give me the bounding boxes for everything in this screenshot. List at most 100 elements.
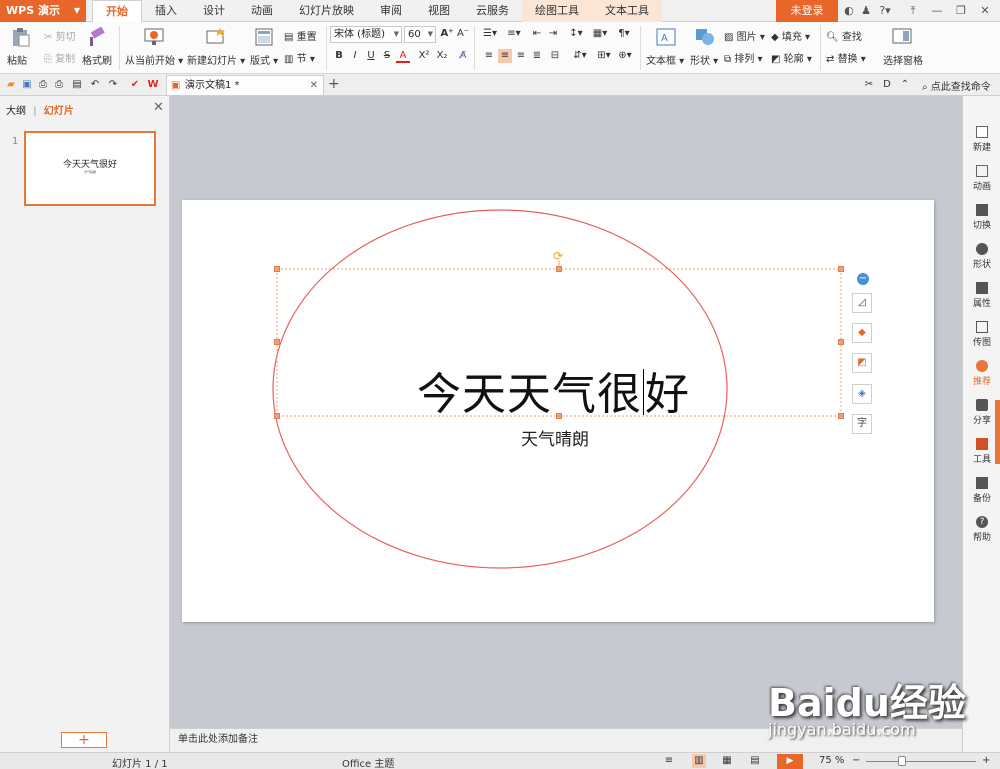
layers-icon[interactable]: ◈	[852, 384, 872, 404]
section-button[interactable]: ▥ 节 ▾	[284, 50, 315, 65]
print-preview-icon[interactable]: ▤	[70, 78, 84, 92]
close-icon[interactable]: ✕	[976, 0, 994, 22]
align-left-icon[interactable]: ≡	[482, 49, 496, 63]
scissors-tool-icon[interactable]: ✂	[862, 78, 876, 92]
maximize-icon[interactable]: ❐	[952, 0, 970, 22]
tab-text-tools[interactable]: 文本工具	[592, 0, 662, 22]
line-spacing-icon[interactable]: ↕▾	[566, 27, 586, 41]
grow-font-icon[interactable]: A⁺	[440, 27, 454, 41]
clear-format-icon[interactable]: A̸	[456, 49, 470, 63]
smartart-icon[interactable]: ⊕▾	[616, 49, 634, 63]
add-slide-button[interactable]: +	[61, 732, 107, 748]
picture-button[interactable]: ▨ 图片 ▾	[724, 28, 765, 43]
font-name-select[interactable]: 宋体 (标题) ▼	[330, 26, 402, 43]
sidebar-collapse-handle[interactable]	[995, 400, 1000, 464]
select-pane-button[interactable]: 选择窗格	[883, 52, 923, 67]
tab-review[interactable]: 审阅	[367, 0, 415, 22]
align-right-icon[interactable]: ≡	[514, 49, 528, 63]
shirt-icon[interactable]: ♟	[858, 0, 874, 22]
find-command-input[interactable]: ⌕ 点此查找命令	[922, 78, 991, 93]
sidebar-item-transition[interactable]: 切换	[963, 204, 1000, 231]
login-button[interactable]: 未登录	[776, 0, 838, 22]
new-tab-button[interactable]: +	[328, 76, 340, 92]
replace-button[interactable]: ⇄ 替换 ▾	[826, 50, 866, 65]
superscript-button[interactable]: X²	[416, 49, 432, 63]
fill-icon[interactable]: ◆	[852, 323, 872, 343]
document-tab[interactable]: ▣ 演示文稿1 * ✕	[166, 75, 324, 95]
help-icon[interactable]: ?▾	[876, 0, 894, 22]
strikethrough-button[interactable]: S	[380, 49, 394, 63]
text-direction-icon[interactable]: ⇵▾	[570, 49, 590, 63]
resize-handle-top-right[interactable]	[838, 266, 844, 272]
layout-button[interactable]: 版式 ▾	[250, 52, 278, 67]
tab-cloud[interactable]: 云服务	[463, 0, 522, 22]
tab-slideshow[interactable]: 幻灯片放映	[286, 0, 367, 22]
copy-button[interactable]: ⎘ 复制	[44, 50, 75, 65]
close-panel-icon[interactable]: ✕	[153, 100, 164, 115]
zoom-slider[interactable]	[866, 761, 976, 762]
resize-handle-top-left[interactable]	[274, 266, 280, 272]
font-color-button[interactable]: A	[396, 49, 410, 63]
font-size-select[interactable]: 60 ▼	[404, 26, 436, 43]
resize-handle-left[interactable]	[274, 339, 280, 345]
normal-view-icon[interactable]: ▥	[692, 754, 706, 768]
shrink-font-icon[interactable]: A⁻	[456, 27, 470, 41]
customize-icon[interactable]: ✔	[128, 78, 142, 92]
from-current-button[interactable]: 从当前开始 ▾	[125, 52, 183, 67]
reading-view-icon[interactable]: ▤	[748, 754, 762, 768]
tab-design[interactable]: 设计	[190, 0, 238, 22]
tab-animation[interactable]: 动画	[238, 0, 286, 22]
numbered-list-icon[interactable]: ≡▾	[504, 27, 524, 41]
slideshow-play-button[interactable]: ▶	[777, 754, 803, 769]
tab-insert[interactable]: 插入	[142, 0, 190, 22]
zoom-out-icon[interactable]: −	[852, 755, 860, 766]
edit-shape-icon[interactable]: ◿	[852, 293, 872, 313]
open-folder-icon[interactable]: ▰	[4, 78, 18, 92]
print-icon[interactable]: ⎙	[52, 78, 66, 92]
wps-logo-icon[interactable]: W	[146, 78, 160, 92]
close-tab-icon[interactable]: ✕	[310, 76, 318, 95]
sidebar-item-recommend[interactable]: 推荐	[963, 360, 1000, 387]
sidebar-item-new[interactable]: 新建	[963, 126, 1000, 153]
slide-library-icon[interactable]: D	[880, 78, 894, 92]
tab-slides[interactable]: 幻灯片	[44, 106, 74, 117]
subscript-button[interactable]: X₂	[434, 49, 450, 63]
sidebar-item-help[interactable]: ? 帮助	[963, 516, 1000, 543]
reset-button[interactable]: ▤ 重置	[284, 28, 317, 43]
increase-indent-icon[interactable]: ⇥	[546, 27, 560, 41]
paragraph-icon[interactable]: ¶▾	[614, 27, 634, 41]
resize-handle-right[interactable]	[838, 339, 844, 345]
bold-button[interactable]: B	[332, 49, 346, 63]
export-pdf-icon[interactable]: ⎙	[36, 78, 50, 92]
sidebar-item-animation[interactable]: 动画	[963, 165, 1000, 192]
undo-icon[interactable]: ↶	[88, 78, 102, 92]
slide-thumbnail[interactable]: 今天天气很好 天气晴朗	[24, 131, 156, 206]
collapse-ribbon-icon[interactable]: ⌃	[898, 78, 912, 92]
tab-outline[interactable]: 大纲	[6, 106, 26, 117]
decrease-indent-icon[interactable]: ⇤	[530, 27, 544, 41]
font-style-icon[interactable]: 字	[852, 414, 872, 434]
zoom-in-icon[interactable]: +	[982, 755, 990, 766]
text-box-button[interactable]: 文本框 ▾	[646, 52, 684, 67]
sidebar-item-upload-image[interactable]: 传图	[963, 321, 1000, 348]
italic-button[interactable]: I	[348, 49, 362, 63]
app-menu-button[interactable]: WPS 演示 ▼	[0, 0, 86, 22]
resize-handle-top[interactable]	[556, 266, 562, 272]
bullet-list-icon[interactable]: ☰▾	[480, 27, 500, 41]
restore-ribbon-icon[interactable]: ⤒	[904, 0, 922, 22]
format-painter-button[interactable]: 格式刷	[82, 52, 112, 67]
slide-title-text[interactable]: 今天天气很好	[417, 358, 690, 422]
save-icon[interactable]: ▣	[20, 78, 34, 92]
find-button[interactable]: 🔍︎ 查找	[826, 28, 862, 43]
zoom-level[interactable]: 75 %	[819, 755, 844, 766]
slide-sorter-icon[interactable]: ▦	[720, 754, 734, 768]
new-slide-button[interactable]: 新建幻灯片 ▾	[187, 52, 245, 67]
align-text-icon[interactable]: ⊞▾	[594, 49, 614, 63]
slide[interactable]: ⟳ 今天天气很好 天气晴朗 − ◿ ◆ ◩ ◈ 字	[182, 200, 934, 622]
zoom-slider-handle[interactable]	[898, 756, 906, 766]
sidebar-item-properties[interactable]: 属性	[963, 282, 1000, 309]
cut-button[interactable]: ✂ 剪切	[44, 28, 76, 43]
tab-view[interactable]: 视图	[415, 0, 463, 22]
minus-icon[interactable]: −	[853, 270, 873, 290]
sidebar-item-shape[interactable]: 形状	[963, 243, 1000, 270]
